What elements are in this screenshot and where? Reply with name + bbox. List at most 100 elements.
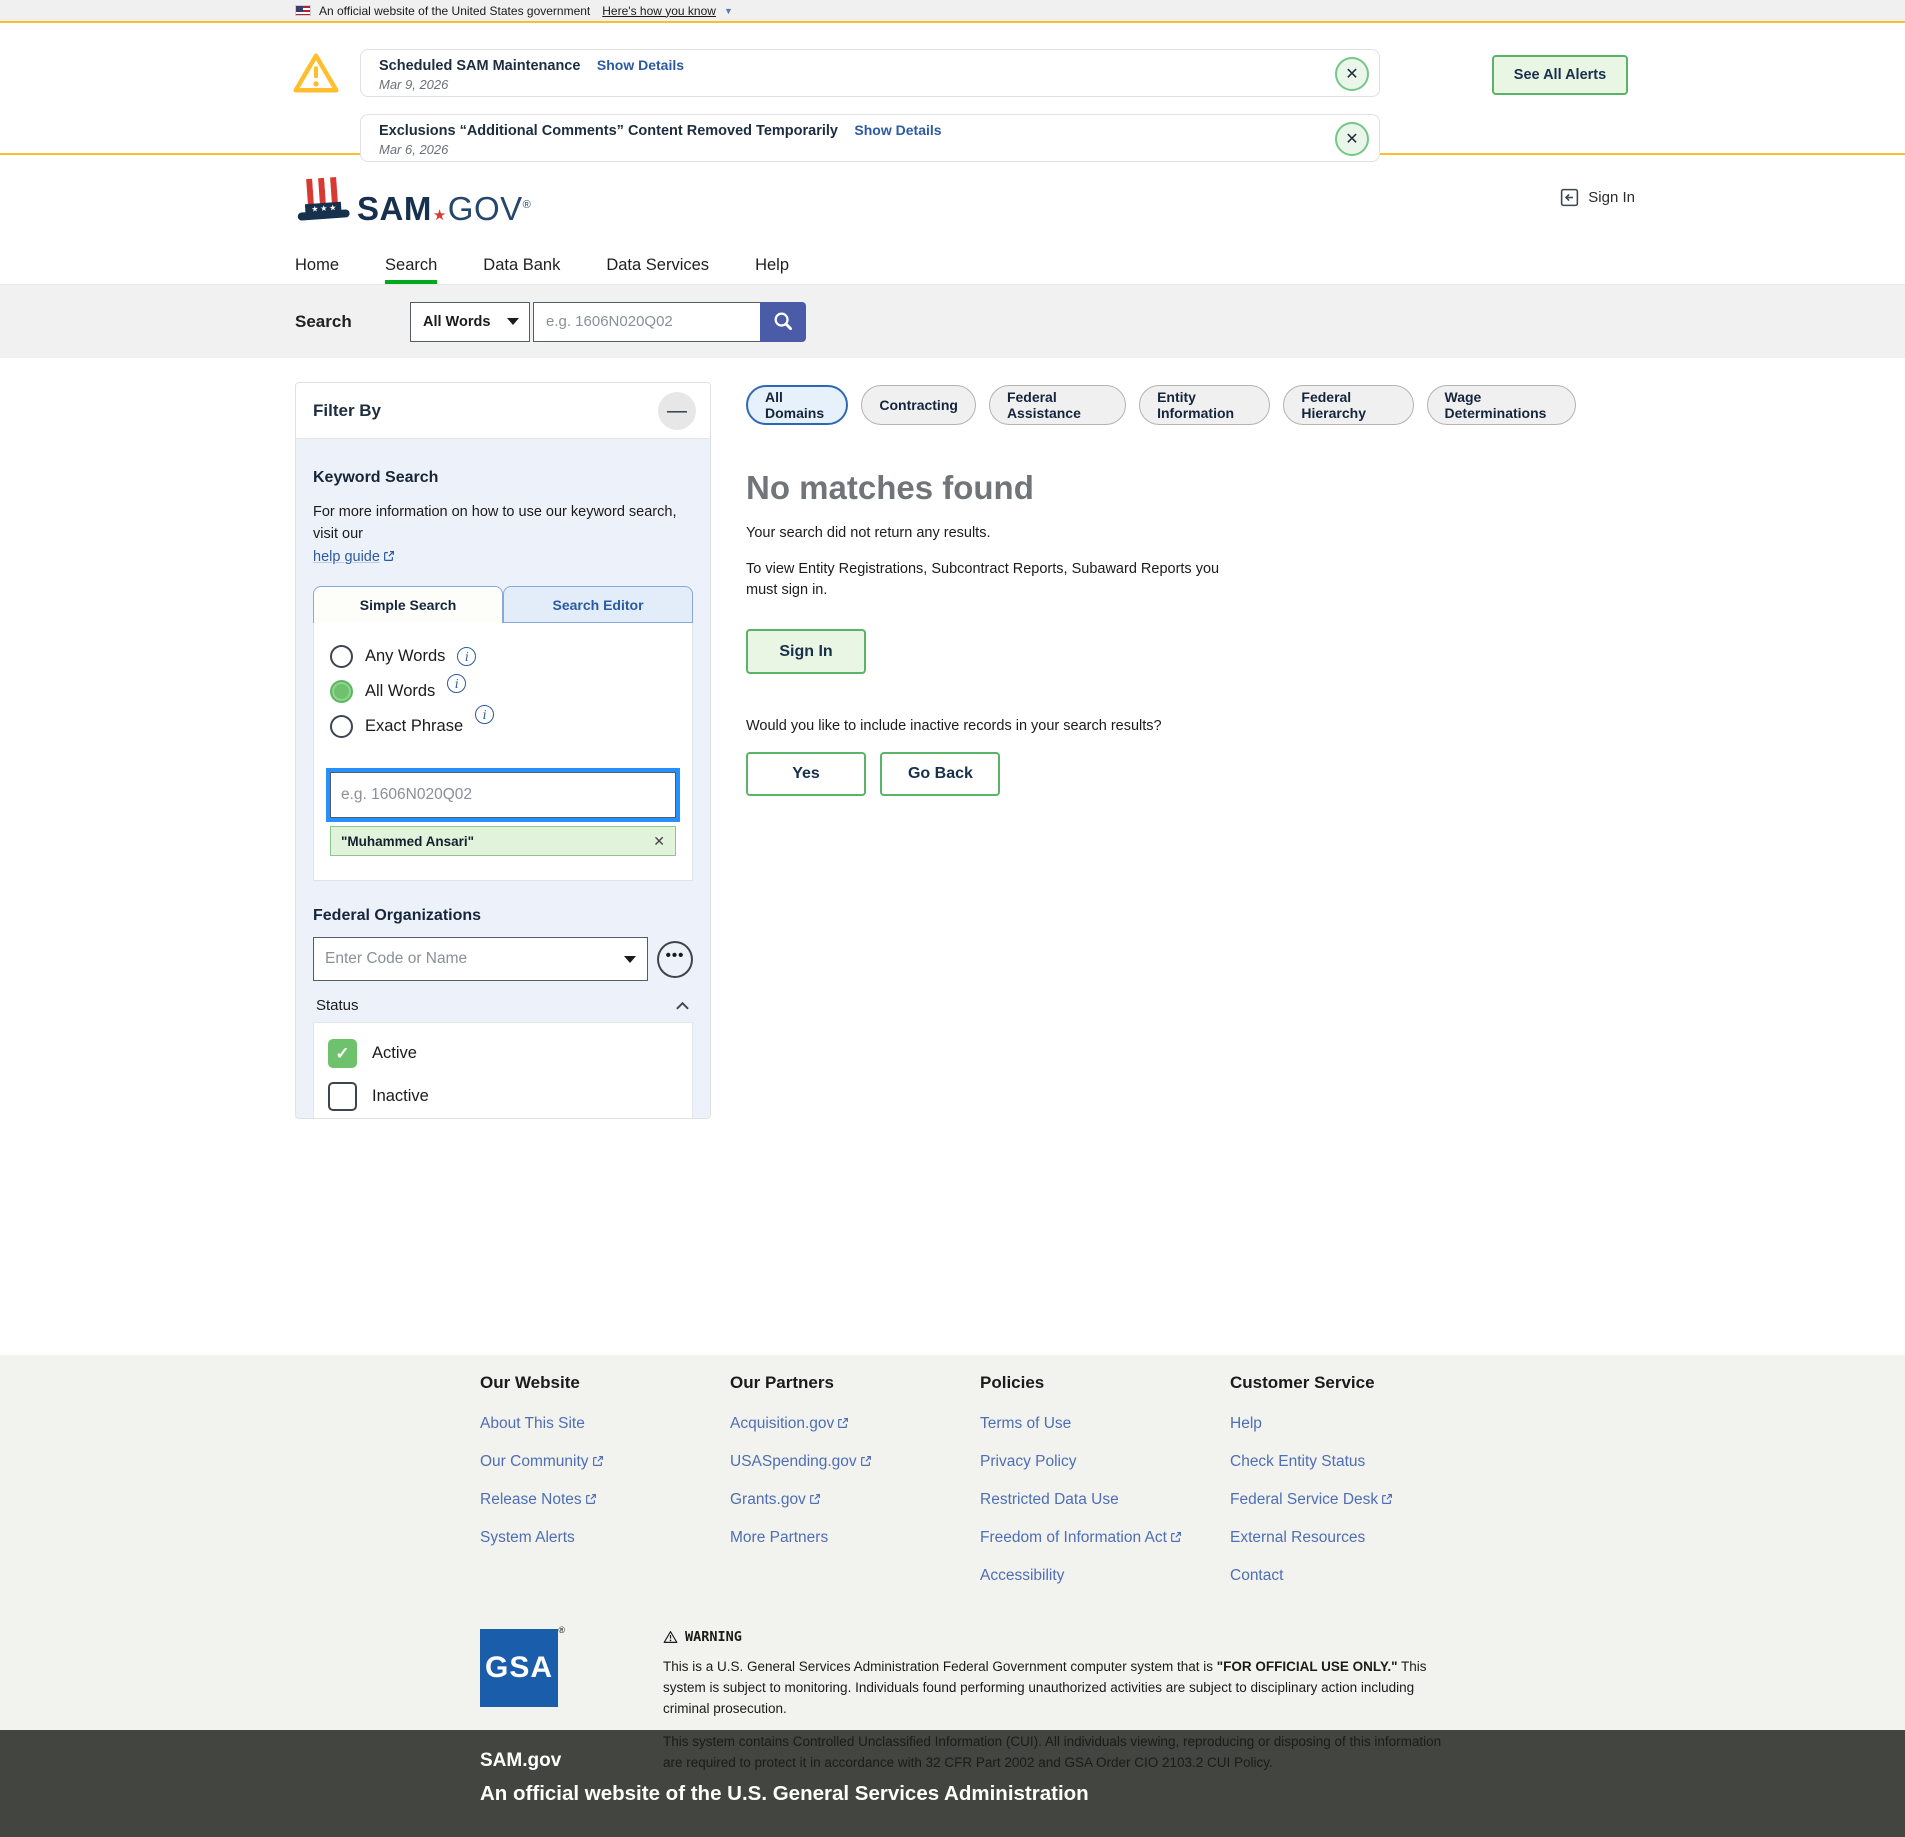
footer-heading: Our Partners (730, 1373, 980, 1393)
search-button[interactable] (760, 302, 806, 342)
footer-heading: Policies (980, 1373, 1230, 1393)
sign-in-required-text: To view Entity Registrations, Subcontrac… (746, 559, 1251, 601)
federal-orgs-input[interactable] (314, 938, 647, 980)
footer-link[interactable]: USASpending.gov (730, 1453, 980, 1471)
nav-item-search[interactable]: Search (385, 256, 437, 284)
radio-all-words-label: All Words (365, 682, 435, 701)
checkbox-inactive-label: Inactive (372, 1087, 429, 1106)
domain-chip-wage-determinations[interactable]: Wage Determinations (1427, 385, 1576, 425)
footer-link[interactable]: Release Notes (480, 1491, 730, 1509)
chevron-down-icon (507, 318, 519, 325)
how-you-know-link[interactable]: Here's how you know (602, 4, 716, 18)
yes-button[interactable]: Yes (746, 752, 866, 796)
alerts-section: Scheduled SAM Maintenance Show Details M… (0, 21, 1905, 155)
chevron-up-icon[interactable] (675, 1001, 690, 1011)
sign-in-label: Sign In (1588, 189, 1635, 206)
alert-title: Scheduled SAM Maintenance (379, 58, 580, 74)
close-icon[interactable]: ✕ (1335, 57, 1369, 91)
content-area: Filter By — Keyword Search For more info… (0, 358, 1905, 1355)
warning-paragraph-1: This is a U.S. General Services Administ… (663, 1657, 1463, 1720)
info-icon[interactable]: i (475, 705, 494, 724)
info-icon[interactable]: i (457, 647, 476, 666)
go-back-button[interactable]: Go Back (880, 752, 1000, 796)
footer-link[interactable]: Privacy Policy (980, 1453, 1230, 1471)
checkbox-active[interactable]: ✓ (328, 1039, 357, 1068)
warning-icon (663, 1630, 678, 1644)
checkbox-inactive[interactable] (328, 1082, 357, 1111)
nav-item-data-bank[interactable]: Data Bank (483, 256, 560, 284)
keyword-card: Any Words i All Words i Exact Phrase i "… (313, 623, 693, 881)
site-header: ★ ★ ★ SAM★GOV® Sign In (0, 155, 1905, 245)
tab-search-editor[interactable]: Search Editor (503, 586, 693, 623)
nav-item-home[interactable]: Home (295, 256, 339, 284)
footer-link[interactable]: Grants.gov (730, 1491, 980, 1509)
footer-col-our-website: Our Website About This Site Our Communit… (480, 1373, 730, 1605)
federal-orgs-heading: Federal Organizations (313, 907, 693, 925)
header-sign-in[interactable]: Sign In (1559, 187, 1635, 208)
footer-link[interactable]: Freedom of Information Act (980, 1529, 1230, 1547)
nav-item-help[interactable]: Help (755, 256, 789, 284)
checkbox-active-label: Active (372, 1044, 417, 1063)
federal-orgs-combo[interactable] (313, 937, 648, 981)
footer-link[interactable]: Restricted Data Use (980, 1491, 1230, 1509)
close-icon[interactable]: ✕ (1335, 122, 1369, 156)
more-options-button[interactable]: ••• (657, 941, 693, 978)
warning-triangle-icon (292, 51, 340, 95)
radio-any-words[interactable] (330, 645, 353, 668)
status-card: ✓ Active Inactive (313, 1022, 693, 1119)
domain-chip-federal-hierarchy[interactable]: Federal Hierarchy (1283, 385, 1413, 425)
tab-simple-search[interactable]: Simple Search (313, 586, 503, 623)
nav-item-data-services[interactable]: Data Services (606, 256, 709, 284)
top-search-input[interactable] (533, 302, 760, 342)
sign-in-icon (1559, 187, 1580, 208)
domain-chip-entity-information[interactable]: Entity Information (1139, 385, 1270, 425)
footer-link[interactable]: Help (1230, 1415, 1480, 1433)
keyword-tabs: Simple Search Search Editor (313, 586, 693, 623)
domain-chip-contracting[interactable]: Contracting (861, 385, 976, 425)
inactive-records-question: Would you like to include inactive recor… (746, 718, 1576, 734)
footer-col-policies: Policies Terms of Use Privacy Policy Res… (980, 1373, 1230, 1605)
keyword-chip-text: "Muhammed Ansari" (341, 834, 474, 849)
see-all-alerts-button[interactable]: See All Alerts (1492, 55, 1628, 95)
keyword-search-heading: Keyword Search (313, 469, 693, 487)
footer-col-customer-service: Customer Service Help Check Entity Statu… (1230, 1373, 1480, 1605)
footer-heading: Customer Service (1230, 1373, 1480, 1393)
footer-link[interactable]: Acquisition.gov (730, 1415, 980, 1433)
sign-in-button[interactable]: Sign In (746, 629, 866, 674)
sam-gov-logo[interactable]: ★ ★ ★ SAM★GOV® (295, 175, 531, 225)
show-details-link[interactable]: Show Details (597, 57, 684, 73)
gsa-registered-mark: ® (558, 1625, 566, 1635)
no-matches-title: No matches found (746, 469, 1576, 507)
footer-link[interactable]: Federal Service Desk (1230, 1491, 1480, 1509)
footer-link[interactable]: Terms of Use (980, 1415, 1230, 1433)
footer-link[interactable]: Our Community (480, 1453, 730, 1471)
domain-chip-federal-assistance[interactable]: Federal Assistance (989, 385, 1126, 425)
info-icon[interactable]: i (447, 674, 466, 693)
show-details-link[interactable]: Show Details (854, 122, 941, 138)
alert-date: Mar 9, 2026 (379, 77, 1323, 92)
footer-link[interactable]: Accessibility (980, 1567, 1230, 1585)
footer: Our Website About This Site Our Communit… (0, 1355, 1905, 1730)
footer-link[interactable]: System Alerts (480, 1529, 730, 1547)
logo-text: SAM★GOV® (357, 192, 531, 225)
radio-exact-phrase[interactable] (330, 715, 353, 738)
help-guide-link[interactable]: help guide (313, 549, 380, 565)
footer-col-our-partners: Our Partners Acquisition.gov USASpending… (730, 1373, 980, 1605)
domain-chip-all-domains[interactable]: All Domains (746, 385, 848, 425)
footer-heading: Our Website (480, 1373, 730, 1393)
search-mode-select[interactable]: All Words (410, 302, 530, 342)
external-link-icon (860, 1455, 872, 1467)
footer-link[interactable]: About This Site (480, 1415, 730, 1433)
radio-all-words[interactable] (330, 680, 353, 703)
radio-exact-phrase-label: Exact Phrase (365, 717, 463, 736)
chip-close-icon[interactable]: ✕ (653, 833, 665, 850)
footer-link[interactable]: Check Entity Status (1230, 1453, 1480, 1471)
gsa-logo: GSA ® (480, 1629, 558, 1707)
footer-link[interactable]: External Resources (1230, 1529, 1480, 1547)
footer-link[interactable]: Contact (1230, 1567, 1480, 1585)
external-link-icon (1170, 1531, 1182, 1543)
footer-link[interactable]: More Partners (730, 1529, 980, 1547)
search-label: Search (295, 312, 410, 332)
keyword-input[interactable] (330, 772, 676, 818)
collapse-filter-button[interactable]: — (658, 392, 696, 430)
